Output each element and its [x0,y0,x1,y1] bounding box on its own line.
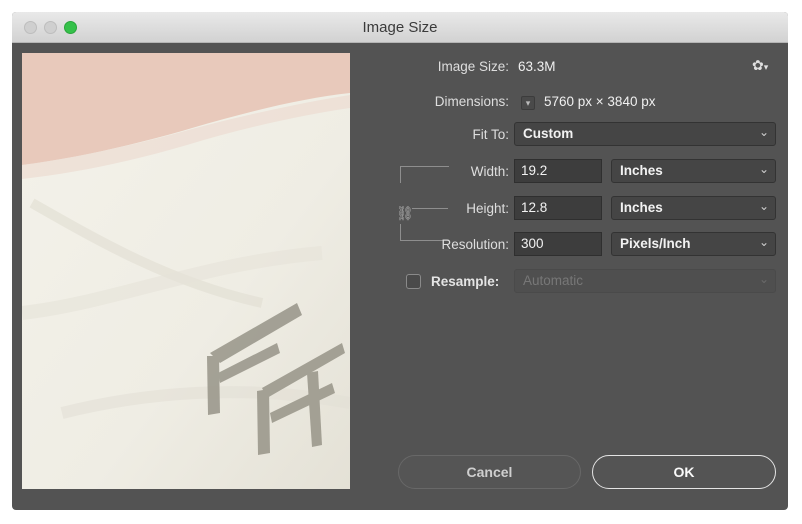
width-unit-value: Inches [620,163,663,178]
resolution-label: Resolution: [441,237,509,252]
width-label: Width: [470,164,509,179]
image-size-value: 63.3M [518,59,556,74]
resolution-input[interactable]: 300 [514,232,602,256]
height-unit-select[interactable]: Inches ⌄ [611,196,776,220]
preview-image [22,53,350,489]
image-size-dialog: Image Size Image Size: 63.3M ✿▾ Dimensio… [12,12,788,510]
resample-method-select: Automatic ⌄ [514,269,776,293]
dimensions-label: Dimensions: [434,94,509,109]
dimensions-units-dropdown[interactable]: ▾ [521,96,535,110]
chevron-down-icon: ⌄ [758,272,769,286]
fit-to-value: Custom [523,126,574,141]
cancel-button[interactable]: Cancel [398,455,581,489]
chevron-down-icon: ⌄ [758,199,769,213]
gear-icon[interactable]: ✿▾ [752,57,768,74]
resample-checkbox[interactable] [406,274,421,289]
resolution-unit-value: Pixels/Inch [620,236,691,251]
image-preview[interactable] [22,53,350,489]
chevron-down-icon: ⌄ [758,162,769,176]
chevron-down-icon: ⌄ [758,235,769,249]
height-label: Height: [466,201,509,216]
ok-button[interactable]: OK [592,455,776,489]
chevron-down-icon: ⌄ [758,125,769,139]
height-input[interactable]: 12.8 [514,196,602,220]
image-size-label: Image Size: [437,59,509,74]
resample-method-value: Automatic [523,273,584,288]
height-unit-value: Inches [620,200,663,215]
title-bar: Image Size [12,12,788,43]
fit-to-select[interactable]: Custom ⌄ [514,122,776,146]
resample-label: Resample: [431,274,500,289]
fit-to-label: Fit To: [472,127,509,142]
window-title: Image Size [362,19,438,36]
dimensions-value: 5760 px × 3840 px [544,94,656,109]
resolution-unit-select[interactable]: Pixels/Inch ⌄ [611,232,776,256]
width-unit-select[interactable]: Inches ⌄ [611,159,776,183]
width-input[interactable]: 19.2 [514,159,602,183]
